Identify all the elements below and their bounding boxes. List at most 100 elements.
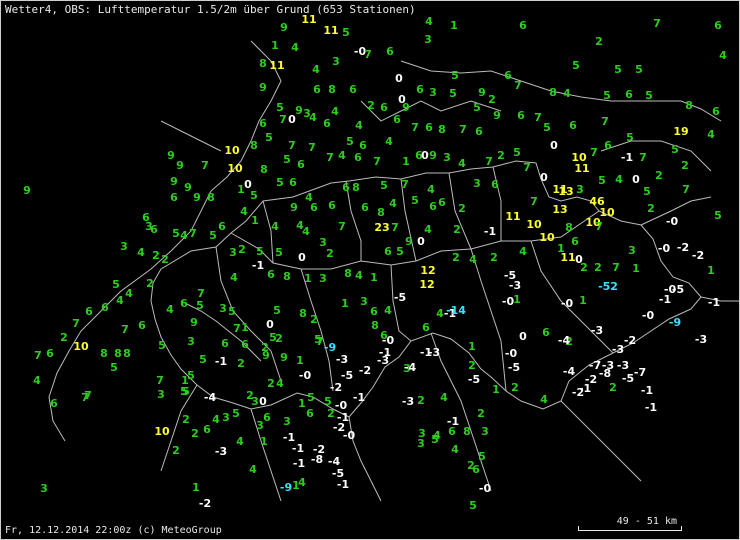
station-value: 7 (682, 183, 690, 196)
station-value: 2 (490, 251, 498, 264)
station-value: 5 (172, 227, 180, 240)
station-value: 1 (402, 155, 410, 168)
station-value: 8 (207, 191, 215, 204)
station-value: 3 (283, 415, 291, 428)
station-value: 10 (227, 162, 243, 175)
station-value: 2 (681, 159, 689, 172)
station-value: -1 (641, 384, 653, 397)
station-value: -1 (353, 391, 365, 404)
station-value: -5 (394, 291, 406, 304)
station-value: 8 (377, 206, 385, 219)
station-value: 7 (391, 221, 399, 234)
station-value: 4 (458, 157, 466, 170)
station-value: 6 (380, 101, 388, 114)
station-value: 2 (275, 332, 283, 345)
station-value: 7 (485, 155, 493, 168)
station-value: 6 (313, 83, 321, 96)
station-value: -0 (343, 429, 356, 442)
station-value: 7 (308, 141, 316, 154)
station-value: 4 (125, 287, 133, 300)
station-value: 4 (451, 443, 459, 456)
station-value: 0 (298, 251, 306, 264)
station-value: 2 (647, 202, 655, 215)
station-value: 5 (643, 185, 651, 198)
station-value: 5 (265, 131, 273, 144)
station-value: 1 (304, 272, 312, 285)
station-value: -3 (402, 395, 414, 408)
station-value: 8 (371, 319, 379, 332)
station-value: 4 (469, 253, 477, 266)
station-value: 4 (236, 435, 244, 448)
station-value: 7 (612, 261, 620, 274)
station-value: 7 (401, 178, 409, 191)
station-value: 6 (138, 319, 146, 332)
station-value: 4 (116, 294, 124, 307)
station-value: 7 (84, 389, 92, 402)
station-value: 8 (123, 347, 131, 360)
station-value: 2 (267, 377, 275, 390)
scale-bar (578, 526, 682, 531)
station-value: 8 (344, 267, 352, 280)
station-value: 9 (402, 101, 410, 114)
station-value: 6 (50, 397, 58, 410)
station-value: 7 (364, 48, 372, 61)
station-value: -3 (509, 279, 521, 292)
station-value: 7 (514, 79, 522, 92)
station-value: 10 (154, 425, 170, 438)
station-value: 6 (259, 117, 267, 130)
station-value: 0 (259, 395, 267, 408)
station-value: 0 (550, 139, 558, 152)
station-value: -1 (293, 457, 305, 470)
station-value: 0 (288, 113, 296, 126)
station-value: 8 (250, 139, 258, 152)
station-value: -5 (672, 283, 684, 296)
station-value: -3 (336, 353, 348, 366)
station-value: 6 (542, 326, 550, 339)
station-value: 9 (259, 81, 267, 94)
station-value: 2 (367, 99, 375, 112)
station-value: 2 (326, 247, 334, 260)
station-value: 2 (152, 249, 160, 262)
station-value: -3 (612, 343, 624, 356)
neighbor-borders (48, 40, 282, 442)
station-value: 6 (218, 220, 226, 233)
station-value: 5 (449, 87, 457, 100)
station-value: 5 (411, 194, 419, 207)
station-value: 8 (438, 123, 446, 136)
station-value: 3 (222, 411, 230, 424)
station-value: 6 (714, 19, 722, 32)
station-value: 11 (574, 162, 589, 175)
station-value: 2 (172, 444, 180, 457)
station-value: 4 (389, 197, 397, 210)
station-value: -1 (579, 382, 591, 395)
station-value: 1 (296, 354, 304, 367)
station-value: 2 (327, 407, 335, 420)
station-value: 4 (384, 304, 392, 317)
station-value: 4 (33, 374, 41, 387)
station-value: -0 (479, 482, 492, 495)
station-value: 4 (271, 220, 279, 233)
station-value: -1 (292, 442, 304, 455)
station-value: 4 (427, 183, 435, 196)
station-value: 6 (349, 83, 357, 96)
station-value: 7 (523, 161, 531, 174)
station-value: 3 (319, 272, 327, 285)
station-value: 5 (182, 385, 190, 398)
station-value: 5 (603, 89, 611, 102)
station-value: 5 (112, 278, 120, 291)
station-value: 7 (601, 115, 609, 128)
station-value: 6 (241, 338, 249, 351)
station-value: 11 (560, 251, 575, 264)
station-value: 9 (429, 149, 437, 162)
station-value: -0 (658, 242, 671, 255)
station-value: 2 (497, 149, 505, 162)
station-value: 6 (267, 268, 275, 281)
station-value: 2 (182, 413, 190, 426)
station-value: 3 (145, 220, 153, 233)
station-value: 4 (440, 391, 448, 404)
station-value: 12 (420, 264, 435, 277)
station-value: 1 (298, 397, 306, 410)
station-value: 5 (273, 304, 281, 317)
station-value: 2 (655, 169, 663, 182)
station-value: 5 (451, 69, 459, 82)
